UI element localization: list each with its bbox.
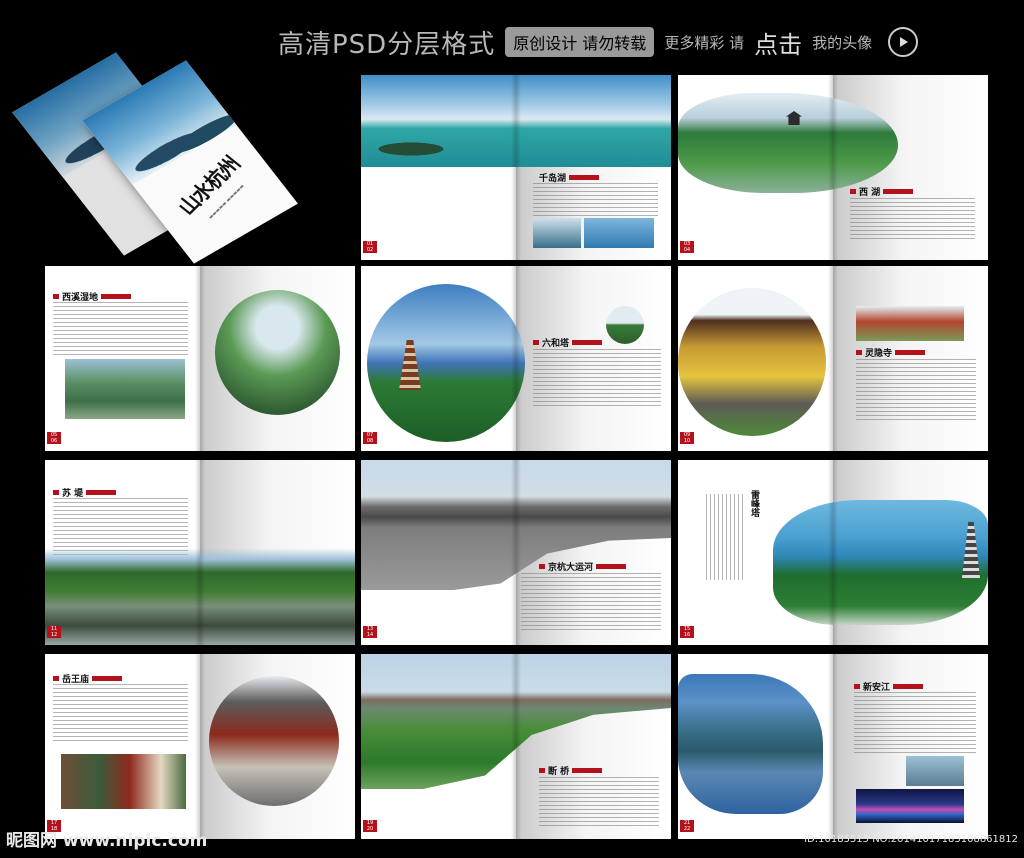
spread-title-text: 灵隐寺 — [865, 349, 893, 359]
spread-title: 六和塔 — [533, 336, 603, 349]
vertical-text — [706, 494, 746, 580]
spread-canal: 京杭大运河 13 14 — [361, 460, 671, 645]
banner-title: 高清PSD分层格式 — [278, 29, 496, 60]
image-id-text: ID:10185515 NO:20141017183108861812 — [804, 834, 1018, 845]
banner-tag: 原创设计 请勿转载 — [505, 27, 655, 57]
page-number: 11 12 — [47, 626, 61, 638]
body-text — [53, 302, 188, 357]
watermark: 昵图网 www.nipic.com — [6, 831, 208, 851]
page-number: 09 10 — [680, 432, 694, 444]
spread-leifeng: 雷峰塔 15 16 — [678, 460, 988, 645]
spread-xihu: 西 湖 03 04 — [678, 75, 988, 260]
spread-qiandaohu: 千岛湖 01 02 — [361, 75, 671, 260]
body-text — [856, 359, 976, 421]
banner: 高清PSD分层格式 原创设计 请勿转载 更多精彩 请 点击 我的头像 — [278, 22, 919, 62]
lotus-lake-photo — [678, 93, 898, 193]
spread-title-text: 西 湖 — [859, 188, 881, 198]
temple-round-photo — [678, 288, 826, 436]
spread-liuhe: 六和塔 07 08 — [361, 266, 671, 451]
small-pagoda-photo — [606, 306, 644, 344]
page-number: 13 14 — [363, 626, 377, 638]
body-text — [533, 349, 661, 407]
banner-click[interactable]: 点击 — [754, 25, 802, 60]
spread-title: 雷峰塔 — [749, 490, 759, 517]
wetland-house-photo — [215, 290, 340, 415]
spread-xinanjiang: 新安江 21 22 — [678, 654, 988, 839]
page-number: 15 16 — [680, 626, 694, 638]
page-number: 21 22 — [680, 820, 694, 832]
body-text — [850, 198, 975, 240]
spread-title-text: 六和塔 — [542, 339, 570, 349]
body-text — [854, 692, 976, 754]
page-number: 03 04 — [680, 241, 694, 253]
temple-top-photo — [856, 306, 964, 341]
body-text — [53, 684, 188, 744]
leifeng-pagoda-photo — [773, 500, 988, 625]
spread-yuewang: 岳王庙 17 18 — [45, 654, 355, 839]
island-dark-photo — [366, 140, 456, 158]
spread-xixi: 西溪湿地 05 06 — [45, 266, 355, 451]
small-photo-1 — [533, 218, 581, 248]
temple-gate-photo — [209, 676, 339, 806]
play-arrow-icon[interactable] — [888, 27, 919, 57]
spread-duanqiao: 断 桥 19 20 — [361, 654, 671, 839]
pagoda-round-photo — [367, 284, 525, 442]
river-mountain-photo — [678, 674, 823, 814]
small-photo-2 — [584, 218, 654, 248]
page-number: 19 20 — [363, 820, 377, 832]
wetland-photo — [65, 359, 185, 419]
page-number: 05 06 — [47, 432, 61, 444]
spread-title: 京杭大运河 — [539, 560, 627, 573]
mountain-small-photo — [906, 756, 964, 786]
spread-title-text: 断 桥 — [548, 767, 570, 777]
statue-photo — [61, 754, 186, 809]
spread-title: 断 桥 — [539, 764, 603, 777]
spread-lingyin: 灵隐寺 09 10 — [678, 266, 988, 451]
night-bridge-photo — [856, 789, 964, 823]
body-text — [533, 183, 658, 219]
body-text — [521, 573, 661, 631]
body-text — [539, 777, 659, 827]
spread-title-text: 京杭大运河 — [548, 563, 594, 573]
banner-more: 更多精彩 请 — [664, 33, 745, 52]
causeway-photo — [45, 548, 355, 645]
banner-avatar[interactable]: 我的头像 — [812, 32, 872, 53]
spread-sudi: 苏 堤 11 12 — [45, 460, 355, 645]
spread-title: 灵隐寺 — [856, 346, 926, 359]
spread-title: 西 湖 — [850, 185, 914, 198]
page-number: 01 02 — [363, 241, 377, 253]
page-number: 07 08 — [363, 432, 377, 444]
